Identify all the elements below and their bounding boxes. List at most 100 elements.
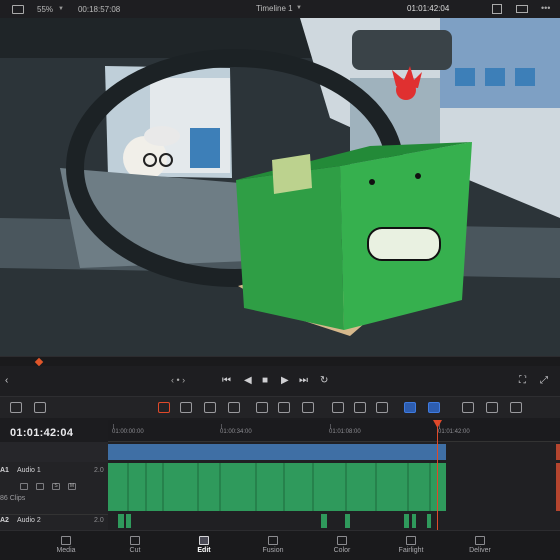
audio-clip-end[interactable]: [556, 463, 560, 511]
lock-track-icon[interactable]: [20, 483, 28, 490]
chevron-down-icon[interactable]: ▼: [296, 5, 302, 11]
page-tab-label: Color: [333, 547, 351, 554]
jog-indicator[interactable]: ‹ • ›: [171, 375, 185, 385]
audio-clip[interactable]: [404, 514, 409, 528]
media-icon: [61, 536, 71, 545]
page-tab-fairlight[interactable]: Fairlight: [376, 531, 446, 560]
zoom-in-icon[interactable]: [510, 402, 522, 413]
ruler-tick: 01:01:42:00: [438, 429, 470, 435]
zoom-to-fit-icon[interactable]: [486, 402, 498, 413]
page-tab-fusion[interactable]: Fusion: [238, 531, 308, 560]
solo-button[interactable]: S: [52, 483, 60, 490]
overwrite-clip-icon[interactable]: [278, 402, 290, 413]
audio-meter-icon[interactable]: [34, 402, 46, 413]
timeline-ruler[interactable]: 01:00:00:00 01:00:34:00 01:01:08:00 01:0…: [108, 420, 560, 442]
video-viewer[interactable]: [0, 18, 560, 356]
page-tab-edit[interactable]: Edit: [169, 531, 239, 560]
audio-clip[interactable]: [126, 514, 131, 528]
ruler-tick: 01:00:00:00: [112, 429, 144, 435]
selection-tool-icon[interactable]: [158, 402, 170, 413]
video-clip[interactable]: [108, 444, 446, 460]
stop-icon[interactable]: ■: [262, 375, 268, 386]
trim-tool-icon[interactable]: [180, 402, 192, 413]
track-volume[interactable]: 2.0: [94, 467, 104, 474]
track-id: A1: [0, 467, 9, 474]
ruler-tick: 01:01:08:00: [329, 429, 361, 435]
audio-clip[interactable]: [412, 514, 416, 528]
edit-icon: [199, 536, 209, 545]
fullscreen-icon[interactable]: ⛶: [519, 375, 526, 386]
track-name[interactable]: Audio 1: [17, 467, 41, 474]
page-tab-cut[interactable]: Cut: [100, 531, 170, 560]
scrub-playhead[interactable]: [34, 357, 44, 367]
clip-count: 86 Clips: [0, 495, 26, 502]
audio-clip[interactable]: [427, 514, 431, 528]
match-frame-icon[interactable]: ‹: [5, 375, 8, 386]
cut-icon: [130, 536, 140, 545]
track-name[interactable]: Audio 2: [17, 517, 41, 524]
go-to-end-icon[interactable]: ⏭: [299, 375, 308, 386]
timeline-timecode: 01:01:42:04: [10, 427, 74, 439]
insert-clip-icon[interactable]: [256, 402, 268, 413]
replace-clip-icon[interactable]: [302, 402, 314, 413]
view-options-icon[interactable]: [10, 402, 22, 413]
page-tab-label: Deliver: [469, 547, 491, 554]
go-to-start-icon[interactable]: ⏮: [222, 375, 231, 386]
timeline-clips[interactable]: [108, 442, 560, 530]
track-header-a2[interactable]: A2 Audio 2 2.0: [0, 514, 108, 530]
play-reverse-icon[interactable]: ◀: [244, 375, 252, 386]
audio-clip[interactable]: [345, 514, 350, 528]
viewer-display-icon[interactable]: [516, 5, 528, 13]
cinema-mode-icon[interactable]: ⤢: [540, 375, 548, 386]
linked-selection-icon[interactable]: [354, 402, 366, 413]
dynamic-trim-icon[interactable]: [204, 402, 216, 413]
auto-select-icon[interactable]: [36, 483, 44, 490]
loop-icon[interactable]: ↻: [320, 375, 328, 386]
transport-controls: ‹ ‹ • › ⏮ ◀ ■ ▶ ⏭ ↻ ⛶ ⤢: [0, 366, 560, 396]
timeline-tracks[interactable]: [108, 442, 560, 530]
marker-icon[interactable]: [428, 402, 440, 413]
deliver-icon: [475, 536, 485, 545]
position-lock-icon[interactable]: [376, 402, 388, 413]
ruler-tick: 01:00:34:00: [220, 429, 252, 435]
zoom-level[interactable]: 55%: [37, 5, 53, 14]
track-id: A2: [0, 517, 9, 524]
audio-clip[interactable]: [118, 514, 124, 528]
mute-button[interactable]: M: [68, 483, 76, 490]
flag-icon[interactable]: [404, 402, 416, 413]
audio-clip[interactable]: [108, 463, 446, 511]
play-icon[interactable]: ▶: [281, 375, 289, 386]
viewer-mode-icon[interactable]: [492, 4, 502, 14]
page-tab-label: Media: [56, 547, 76, 554]
track-header-a1[interactable]: A1 Audio 1 2.0 S M 86 Clips: [0, 462, 108, 514]
page-tab-label: Cut: [129, 547, 141, 554]
blade-tool-icon[interactable]: [228, 402, 240, 413]
record-timecode: 01:01:42:04: [407, 4, 450, 13]
color-icon: [337, 536, 347, 545]
zoom-out-icon[interactable]: [462, 402, 474, 413]
source-timecode: 00:18:57:08: [77, 4, 121, 14]
page-tab-label: Fairlight: [398, 547, 424, 554]
timeline-name[interactable]: Timeline 1: [256, 4, 293, 13]
timeline-playhead[interactable]: [437, 420, 438, 530]
page-tab-label: Edit: [197, 547, 211, 554]
page-tab-color[interactable]: Color: [307, 531, 377, 560]
page-tab-media[interactable]: Media: [31, 531, 101, 560]
track-volume[interactable]: 2.0: [94, 517, 104, 524]
page-navigation: Media Cut Edit Fusion Color Fairlight De…: [0, 530, 560, 560]
track-header-video[interactable]: [0, 442, 108, 462]
viewer-layout-icon[interactable]: [12, 4, 24, 14]
chevron-down-icon[interactable]: ▼: [58, 6, 64, 12]
page-tab-label: Fusion: [262, 547, 284, 554]
page-tab-deliver[interactable]: Deliver: [445, 531, 515, 560]
snapping-icon[interactable]: [332, 402, 344, 413]
resolve-window: 55% ▼ 00:18:57:08 Timeline 1 ▼ 01:01:42:…: [0, 0, 560, 560]
viewer-header: 55% ▼ 00:18:57:08 Timeline 1 ▼ 01:01:42:…: [0, 0, 560, 18]
video-clip-end[interactable]: [556, 444, 560, 460]
track-headers: A1 Audio 1 2.0 S M 86 Clips A2 Audio 2 2…: [0, 442, 108, 530]
fusion-icon: [268, 536, 278, 545]
audio-clip[interactable]: [321, 514, 327, 528]
timeline-toolbar: [0, 396, 560, 418]
viewer-scrub-bar[interactable]: [0, 356, 560, 367]
more-options-icon[interactable]: •••: [541, 3, 550, 13]
